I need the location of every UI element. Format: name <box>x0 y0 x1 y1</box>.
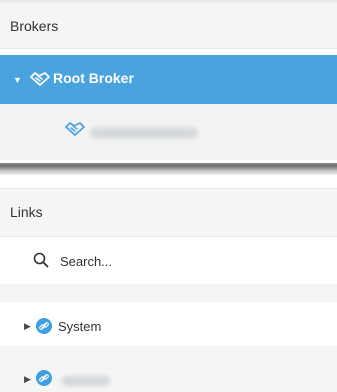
links-section-header: Links <box>0 188 337 237</box>
expand-right-icon[interactable]: ▶ <box>24 321 31 332</box>
link-item-label-redacted <box>62 376 110 386</box>
expand-right-icon[interactable]: ▶ <box>24 374 31 385</box>
search-input[interactable] <box>58 249 312 273</box>
child-broker-label-redacted <box>90 128 198 138</box>
broker-item-root[interactable]: ▼ Root Broker <box>0 55 337 104</box>
divider-spacer <box>0 175 337 188</box>
search-icon <box>33 252 49 268</box>
root-broker-label: Root Broker <box>53 70 134 86</box>
section-separator <box>0 284 337 302</box>
brokers-header-label: Brokers <box>10 18 59 34</box>
link-item-label: System <box>58 319 102 334</box>
brokers-section-header: Brokers <box>0 0 337 49</box>
link-item-redacted[interactable]: ▶ <box>0 346 337 392</box>
links-search-box[interactable] <box>0 237 337 284</box>
link-item-system[interactable]: ▶ System <box>0 302 337 348</box>
links-header-label: Links <box>10 204 43 220</box>
broker-item-child[interactable] <box>0 104 337 160</box>
link-icon <box>36 318 52 334</box>
link-icon <box>36 370 52 386</box>
handshake-icon <box>30 72 50 86</box>
handshake-icon <box>65 122 85 136</box>
panel-resize-divider[interactable] <box>0 163 337 175</box>
expand-down-icon[interactable]: ▼ <box>13 75 22 85</box>
